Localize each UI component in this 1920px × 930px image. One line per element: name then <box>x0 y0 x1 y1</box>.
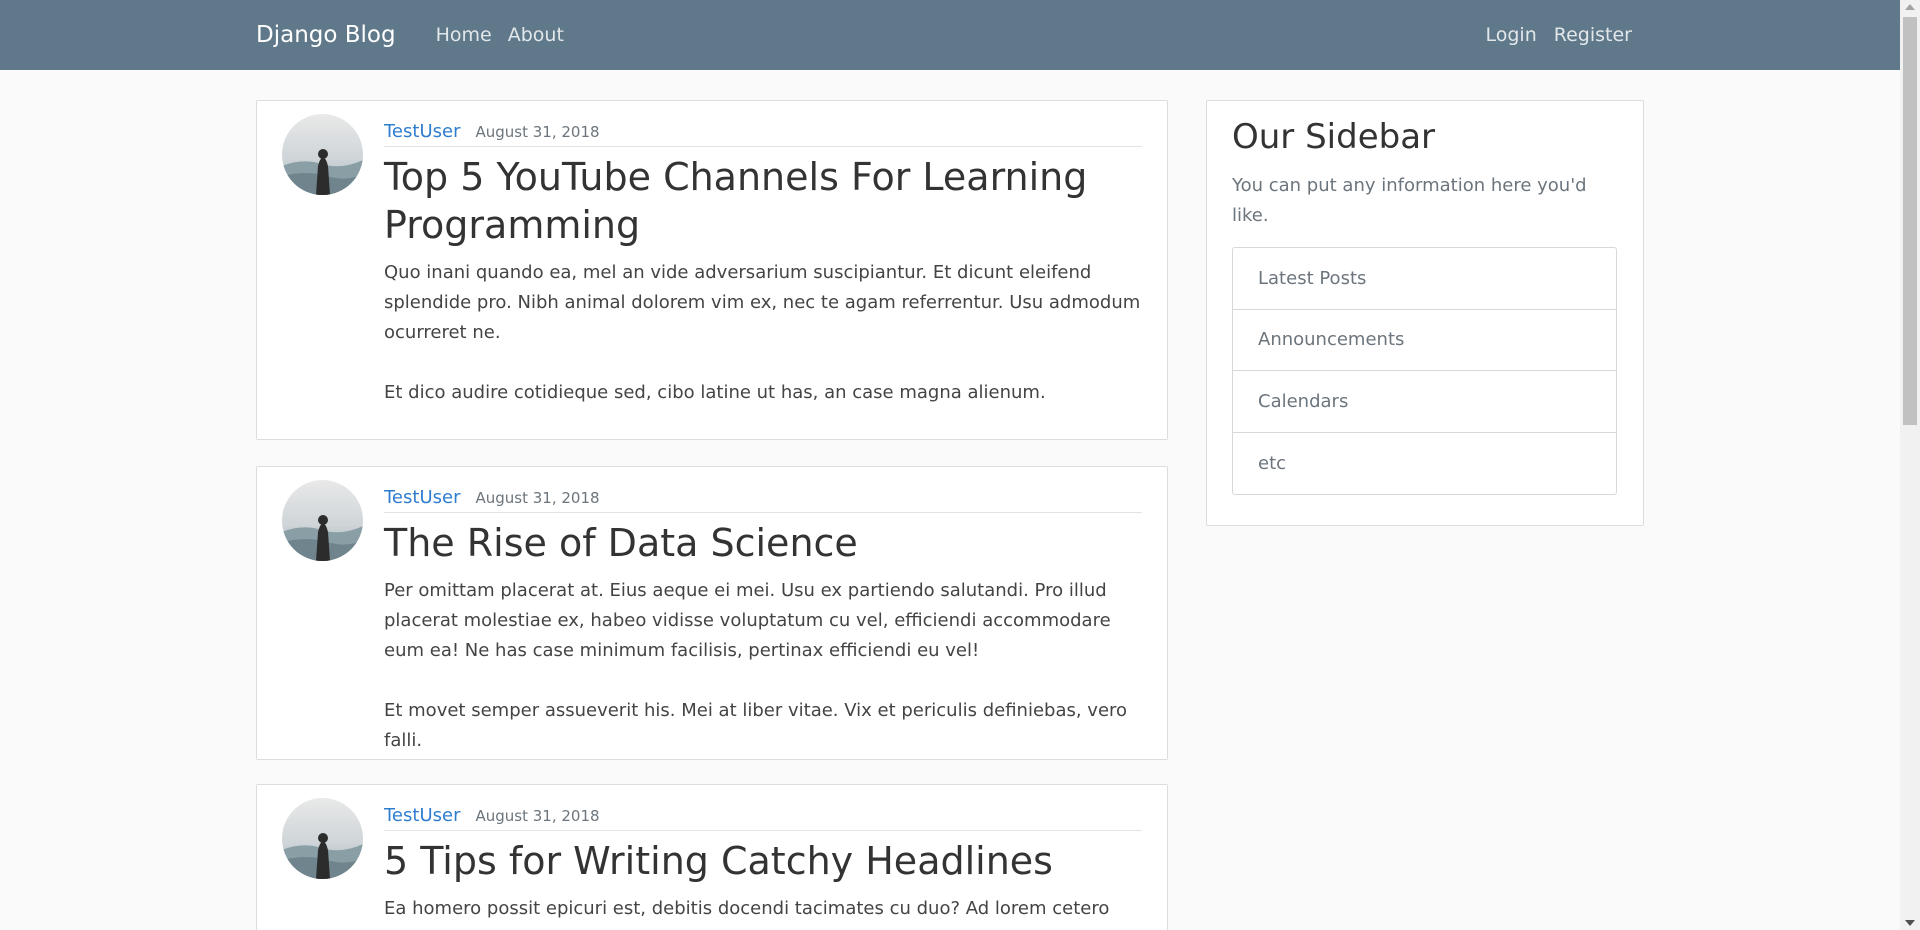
author-avatar[interactable] <box>282 114 363 195</box>
nav-register-link[interactable]: Register <box>1554 24 1632 46</box>
post-meta: TestUser August 31, 2018 <box>384 101 1142 147</box>
post-date: August 31, 2018 <box>475 489 600 507</box>
sidebar: Our Sidebar You can put any information … <box>1206 100 1644 526</box>
post-card: TestUser August 31, 2018 The Rise of Dat… <box>256 466 1168 760</box>
sidebar-list: Latest Posts Announcements Calendars etc <box>1232 247 1617 495</box>
scroll-down-arrow-icon[interactable] <box>1905 920 1915 926</box>
post-date: August 31, 2018 <box>475 807 600 825</box>
post-content: Per omittam placerat at. Eius aeque ei m… <box>384 576 1142 756</box>
post-title-link[interactable]: 5 Tips for Writing Catchy Headlines <box>384 837 1142 885</box>
scrollbar-thumb[interactable] <box>1903 17 1917 425</box>
sidebar-item-announcements[interactable]: Announcements <box>1233 310 1616 371</box>
post-title-link[interactable]: The Rise of Data Science <box>384 519 1142 567</box>
author-avatar[interactable] <box>282 798 363 879</box>
nav-login-link[interactable]: Login <box>1486 24 1537 46</box>
brand-link[interactable]: Django Blog <box>256 22 396 48</box>
post-meta: TestUser August 31, 2018 <box>384 467 1142 513</box>
post-title-link[interactable]: Top 5 YouTube Channels For Learning Prog… <box>384 153 1142 249</box>
post-paragraph: Ea homero possit epicuri est, debitis do… <box>384 898 1110 919</box>
post-paragraph: Quo inani quando ea, mel an vide adversa… <box>384 262 1141 343</box>
sidebar-description: You can put any information here you'd l… <box>1232 175 1587 226</box>
post-content: Ea homero possit epicuri est, debitis do… <box>384 894 1142 924</box>
post-paragraph: Et movet semper assueverit his. Mei at l… <box>384 700 1128 751</box>
nav-home-link[interactable]: Home <box>436 24 492 46</box>
author-avatar[interactable] <box>282 480 363 561</box>
post-paragraph: Et dico audire cotidieque sed, cibo lati… <box>384 382 1046 403</box>
post-body: TestUser August 31, 2018 5 Tips for Writ… <box>384 785 1142 924</box>
post-body: TestUser August 31, 2018 The Rise of Dat… <box>384 467 1142 756</box>
sidebar-item-latest-posts[interactable]: Latest Posts <box>1233 248 1616 310</box>
post-body: TestUser August 31, 2018 Top 5 YouTube C… <box>384 101 1142 408</box>
sidebar-item-calendars[interactable]: Calendars <box>1233 371 1616 433</box>
post-content: Quo inani quando ea, mel an vide adversa… <box>384 258 1142 408</box>
top-navbar: Django Blog Home About Login Register <box>0 0 1900 70</box>
post-card: TestUser August 31, 2018 Top 5 YouTube C… <box>256 100 1168 440</box>
post-date: August 31, 2018 <box>475 123 600 141</box>
post-author-link[interactable]: TestUser <box>384 805 460 826</box>
scroll-up-arrow-icon[interactable] <box>1905 4 1915 10</box>
post-card: TestUser August 31, 2018 5 Tips for Writ… <box>256 784 1168 930</box>
post-author-link[interactable]: TestUser <box>384 121 460 142</box>
vertical-scrollbar[interactable] <box>1900 0 1920 930</box>
navbar-right: Login Register <box>1469 24 1633 46</box>
sidebar-item-etc[interactable]: etc <box>1233 433 1616 495</box>
post-author-link[interactable]: TestUser <box>384 487 460 508</box>
navbar-container: Django Blog Home About Login Register <box>256 0 1632 70</box>
nav-about-link[interactable]: About <box>508 24 564 46</box>
post-paragraph: Per omittam placerat at. Eius aeque ei m… <box>384 580 1111 661</box>
sidebar-title: Our Sidebar <box>1232 117 1436 157</box>
post-meta: TestUser August 31, 2018 <box>384 785 1142 831</box>
